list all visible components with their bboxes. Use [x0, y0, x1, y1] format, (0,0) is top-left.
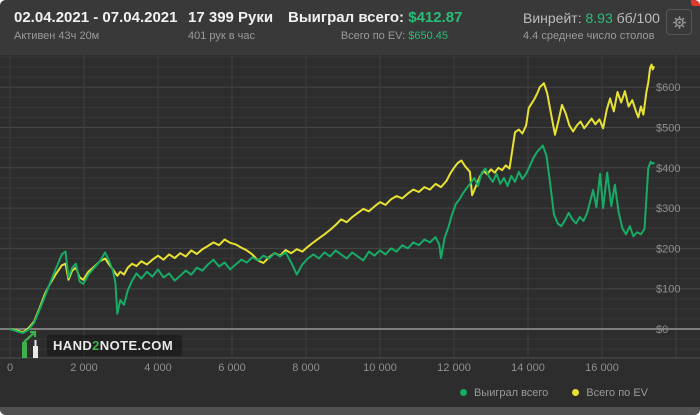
x-tick-label: 10 000 — [363, 362, 397, 374]
y-tick-label: $100 — [656, 284, 680, 296]
avg-tables: 4.4 среднее число столов — [523, 30, 655, 42]
close-icon[interactable] — [691, 0, 700, 6]
bottom-scrollbar[interactable] — [0, 407, 700, 415]
chart-area[interactable]: 0 2 000 4 000 6 000 8 000 10 000 12 000 14 000 1… — [0, 55, 700, 378]
logo-mid: 2 — [92, 337, 100, 353]
legend-item-ev[interactable]: Всего по EV — [572, 387, 648, 399]
y-tick-label: $0 — [656, 324, 668, 336]
y-tick-label: $600 — [656, 82, 680, 94]
legend-label-won: Выиграл всего — [473, 386, 549, 399]
won-total: Выиграл всего: $412.87 — [288, 9, 462, 27]
hands-per-hour: 401 рук в час — [188, 30, 256, 42]
y-tick-label: $500 — [656, 123, 680, 135]
hand2note-graph-window: 02.04.2021 - 07.04.2021 Активен 43ч 20м … — [0, 0, 700, 415]
winrate-value: 8.93 — [585, 10, 613, 26]
x-tick-label: 12 000 — [437, 362, 471, 374]
logo-pre: HAND — [53, 337, 93, 353]
x-tick-label: 0 — [7, 362, 13, 374]
winrate-label: Винрейт: — [523, 10, 586, 26]
hand2note-logo-icon — [20, 329, 42, 361]
stats-header: 02.04.2021 - 07.04.2021 Активен 43ч 20м … — [0, 0, 700, 55]
legend-dot-green — [459, 389, 467, 396]
won-value: $412.87 — [408, 9, 463, 26]
winnings-block: Выиграл всего: $412.87 Всего по EV: $650… — [288, 9, 462, 44]
settings-button[interactable] — [666, 9, 692, 35]
winrate: Винрейт: 8.93 бб/100 — [523, 9, 660, 27]
ev-total: Всего по EV: $650.45 — [288, 29, 448, 44]
ev-label: Всего по EV: — [340, 30, 409, 42]
y-tick-label: $400 — [656, 163, 680, 175]
legend-label-ev: Всего по EV — [586, 386, 648, 399]
won-label: Выиграл всего: — [288, 9, 409, 26]
ev-value: $650.45 — [408, 30, 448, 42]
x-tick-label: 16 000 — [585, 362, 619, 374]
chart-legend: Выиграл всего Всего по EV — [0, 378, 700, 407]
gear-icon — [672, 15, 687, 30]
x-tick-label: 6 000 — [218, 362, 246, 374]
logo-post: NOTE.COM — [99, 337, 174, 353]
active-time: Активен 43ч 20м — [14, 30, 100, 42]
legend-item-won[interactable]: Выиграл всего — [459, 386, 549, 399]
hand2note-logo: HAND2NOTE.COM — [20, 329, 183, 361]
hands-total: 17 399 Руки — [188, 9, 274, 26]
date-range-block: 02.04.2021 - 07.04.2021 Активен 43ч 20м — [14, 9, 177, 44]
y-tick-label: $300 — [656, 203, 680, 215]
y-tick-label: $200 — [656, 243, 680, 255]
date-range: 02.04.2021 - 07.04.2021 — [14, 9, 178, 26]
x-tick-label: 2 000 — [70, 362, 98, 374]
x-tick-label: 8 000 — [292, 362, 320, 374]
hand2note-logo-text: HAND2NOTE.COM — [47, 334, 183, 356]
winrate-block: Винрейт: 8.93 бб/100 4.4 среднее число с… — [523, 9, 660, 44]
series-line-0 — [9, 144, 655, 334]
hands-block: 17 399 Руки 401 рук в час — [188, 9, 273, 44]
x-tick-label: 4 000 — [144, 362, 172, 374]
winrate-unit: бб/100 — [612, 10, 660, 26]
x-tick-label: 14 000 — [511, 362, 545, 374]
legend-dot-yellow — [572, 389, 580, 396]
